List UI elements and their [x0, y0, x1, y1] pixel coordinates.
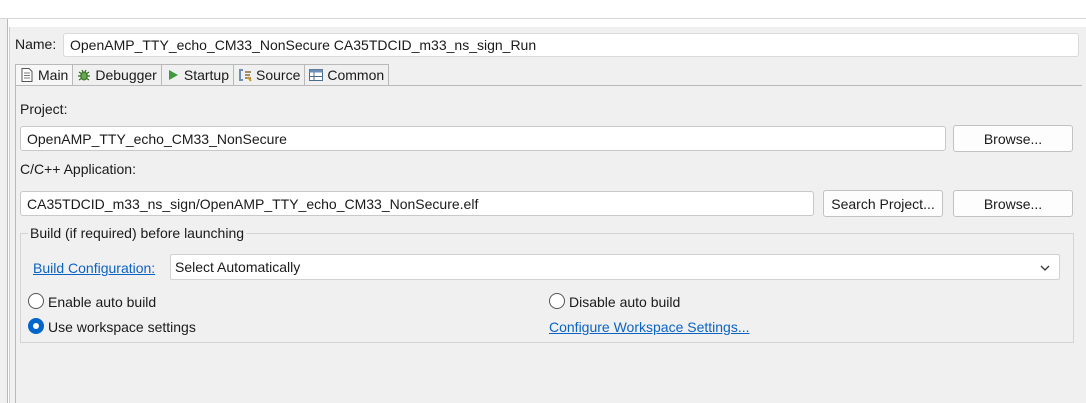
tab-main-label: Main: [38, 67, 69, 83]
disable-auto-build-radio[interactable]: [549, 293, 565, 309]
source-lookup-icon: [237, 67, 253, 83]
build-configuration-select[interactable]: Select Automatically: [170, 254, 1060, 280]
table-icon: [308, 67, 324, 83]
use-workspace-settings-label: Use workspace settings: [48, 319, 196, 335]
tab-main[interactable]: Main: [15, 64, 74, 86]
application-value: CA35TDCID_m33_ns_sign/OpenAMP_TTY_echo_C…: [27, 195, 479, 212]
tab-common[interactable]: Common: [305, 64, 390, 86]
application-label: C/C++ Application:: [20, 161, 136, 177]
config-name-field[interactable]: OpenAMP_TTY_echo_CM33_NonSecure CA35TDCI…: [63, 33, 1079, 57]
tab-source[interactable]: Source: [234, 64, 306, 86]
left-pane-edge: [0, 19, 8, 403]
bug-icon: [76, 67, 92, 83]
document-icon: [19, 67, 35, 83]
chevron-down-icon: [1039, 261, 1051, 273]
name-label: Name:: [15, 36, 57, 52]
enable-auto-build-radio[interactable]: [28, 293, 44, 309]
use-workspace-settings-radio[interactable]: [28, 318, 44, 334]
tab-startup[interactable]: Startup: [161, 64, 234, 86]
play-icon: [165, 67, 181, 83]
window-top-bar: [0, 0, 1086, 19]
search-project-button[interactable]: Search Project...: [823, 190, 943, 217]
project-browse-label: Browse...: [983, 130, 1043, 147]
build-configuration-link[interactable]: Build Configuration:: [33, 260, 155, 276]
build-group-title: Build (if required) before launching: [28, 225, 247, 241]
tab-common-label: Common: [327, 67, 385, 83]
application-field[interactable]: CA35TDCID_m33_ns_sign/OpenAMP_TTY_echo_C…: [20, 191, 814, 216]
tab-bar: Main Debugger Startup Source Common: [15, 64, 390, 86]
tab-source-label: Source: [256, 67, 301, 83]
enable-auto-build-label: Enable auto build: [48, 294, 157, 310]
build-configuration-value: Select Automatically: [175, 259, 301, 275]
config-name-value: OpenAMP_TTY_echo_CM33_NonSecure CA35TDCI…: [70, 37, 537, 53]
application-browse-label: Browse...: [983, 195, 1043, 212]
project-label: Project:: [20, 101, 68, 117]
tab-debugger-label: Debugger: [95, 67, 157, 83]
application-browse-button[interactable]: Browse...: [953, 190, 1073, 217]
tab-startup-label: Startup: [183, 67, 229, 83]
search-project-label: Search Project...: [831, 195, 935, 212]
project-browse-button[interactable]: Browse...: [953, 125, 1073, 152]
project-value: OpenAMP_TTY_echo_CM33_NonSecure: [27, 130, 287, 147]
disable-auto-build-label: Disable auto build: [569, 294, 681, 310]
tab-debugger[interactable]: Debugger: [73, 64, 162, 86]
configure-workspace-settings-link[interactable]: Configure Workspace Settings...: [549, 319, 750, 335]
project-field[interactable]: OpenAMP_TTY_echo_CM33_NonSecure: [20, 126, 946, 151]
